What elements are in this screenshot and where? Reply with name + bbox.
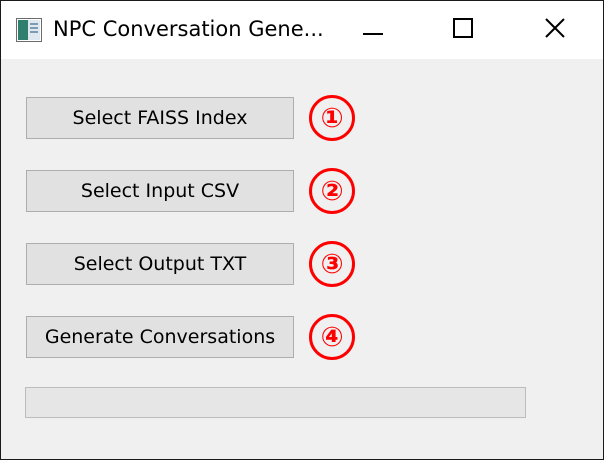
maximize-icon xyxy=(453,18,473,42)
generate-conversations-button[interactable]: Generate Conversations xyxy=(26,316,294,358)
select-faiss-index-button[interactable]: Select FAISS Index xyxy=(26,97,294,139)
progress-bar xyxy=(25,387,526,418)
app-window-icon xyxy=(16,18,42,42)
minimize-icon xyxy=(363,21,383,40)
close-icon xyxy=(545,18,565,42)
step-marker-3-label: ③ xyxy=(321,249,344,280)
close-button[interactable] xyxy=(509,1,601,59)
step-marker-2-label: ② xyxy=(321,176,344,207)
step-marker-2: ② xyxy=(308,167,356,215)
select-input-csv-button[interactable]: Select Input CSV xyxy=(26,170,294,212)
step-marker-1-label: ① xyxy=(321,103,344,134)
title-bar[interactable]: NPC Conversation Gene... xyxy=(1,1,603,59)
step-marker-4-label: ④ xyxy=(321,322,344,353)
minimize-button[interactable] xyxy=(327,1,419,59)
app-window: NPC Conversation Gene... Select FAISS In… xyxy=(0,0,604,460)
client-area: Select FAISS Index ① Select Input CSV ② … xyxy=(1,59,603,459)
window-title: NPC Conversation Gene... xyxy=(53,17,324,41)
select-output-txt-button[interactable]: Select Output TXT xyxy=(26,243,294,285)
step-marker-1: ① xyxy=(308,94,356,142)
step-marker-3: ③ xyxy=(308,240,356,288)
step-marker-4: ④ xyxy=(308,313,356,361)
maximize-button[interactable] xyxy=(417,1,509,59)
